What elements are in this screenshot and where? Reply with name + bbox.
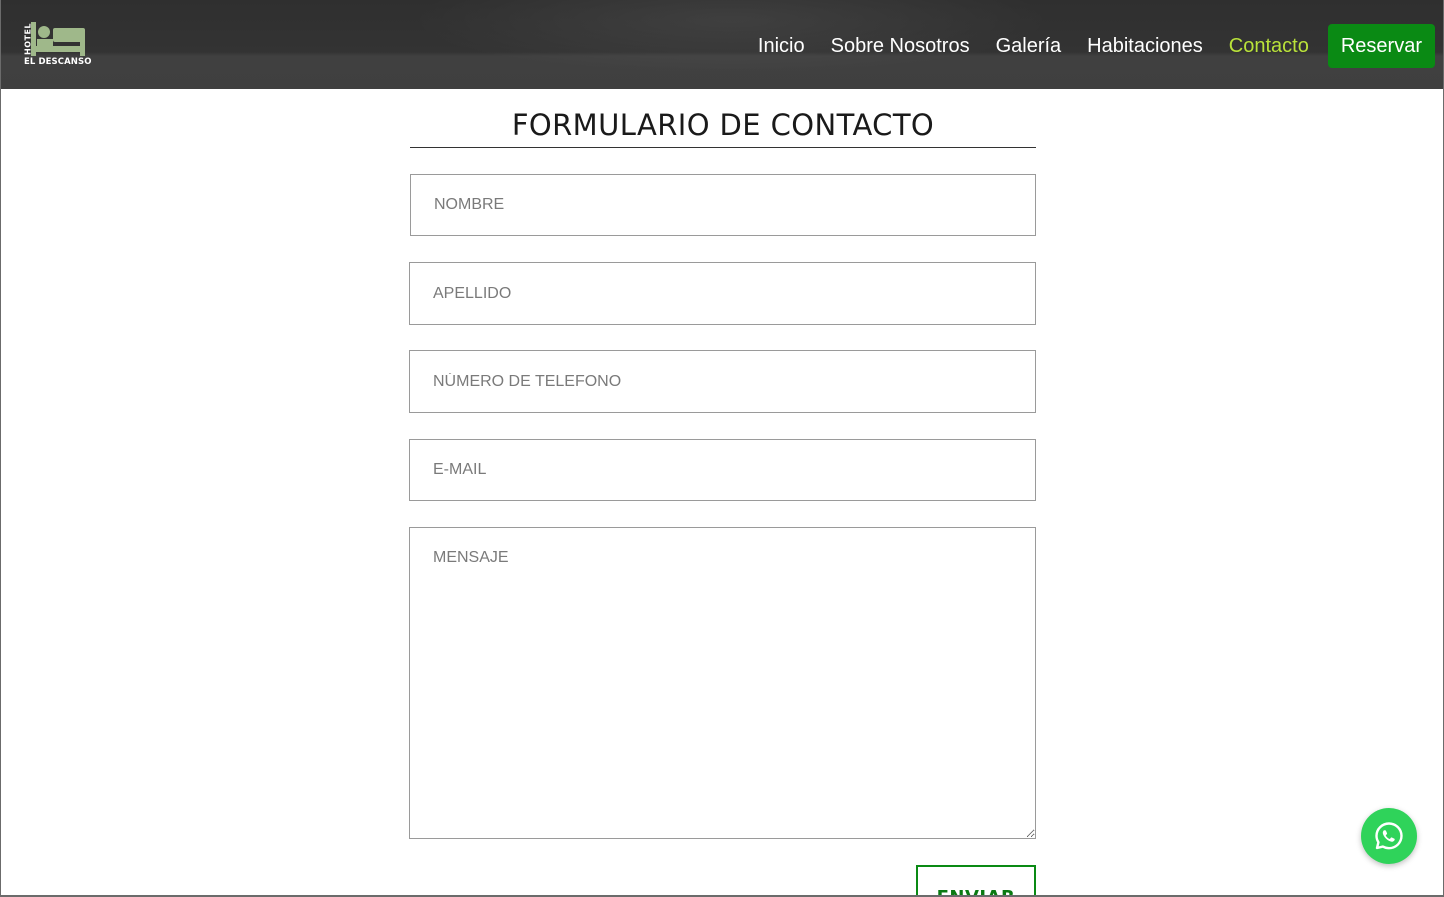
nav-item-sobre-nosotros[interactable]: Sobre Nosotros <box>831 24 970 68</box>
email-input[interactable] <box>409 439 1036 501</box>
telefono-input[interactable] <box>409 350 1036 413</box>
whatsapp-icon <box>1375 822 1403 850</box>
nav-item-galeria[interactable]: Galería <box>996 24 1062 68</box>
whatsapp-button[interactable] <box>1361 808 1417 864</box>
logo-hotel-name: EL DESCANSO <box>24 57 92 67</box>
mensaje-textarea[interactable] <box>409 527 1036 839</box>
apellido-input[interactable] <box>409 262 1036 325</box>
bed-icon <box>31 22 85 56</box>
nav-item-contacto[interactable]: Contacto <box>1229 24 1309 68</box>
reservar-button[interactable]: Reservar <box>1327 24 1435 68</box>
site-header: HOTEL EL DESCANSO Inicio Sobre Nosotros … <box>1 0 1443 89</box>
hotel-logo[interactable]: HOTEL EL DESCANSO <box>21 18 91 70</box>
nav-item-inicio[interactable]: Inicio <box>758 24 805 68</box>
main-nav: Inicio Sobre Nosotros Galería Habitacion… <box>732 24 1435 68</box>
enviar-button[interactable]: ENVIAR <box>916 865 1036 895</box>
page: HOTEL EL DESCANSO Inicio Sobre Nosotros … <box>0 0 1444 897</box>
nombre-input[interactable] <box>410 174 1036 236</box>
nav-item-habitaciones[interactable]: Habitaciones <box>1087 24 1203 68</box>
contact-form-title: FORMULARIO DE CONTACTO <box>410 106 1036 148</box>
